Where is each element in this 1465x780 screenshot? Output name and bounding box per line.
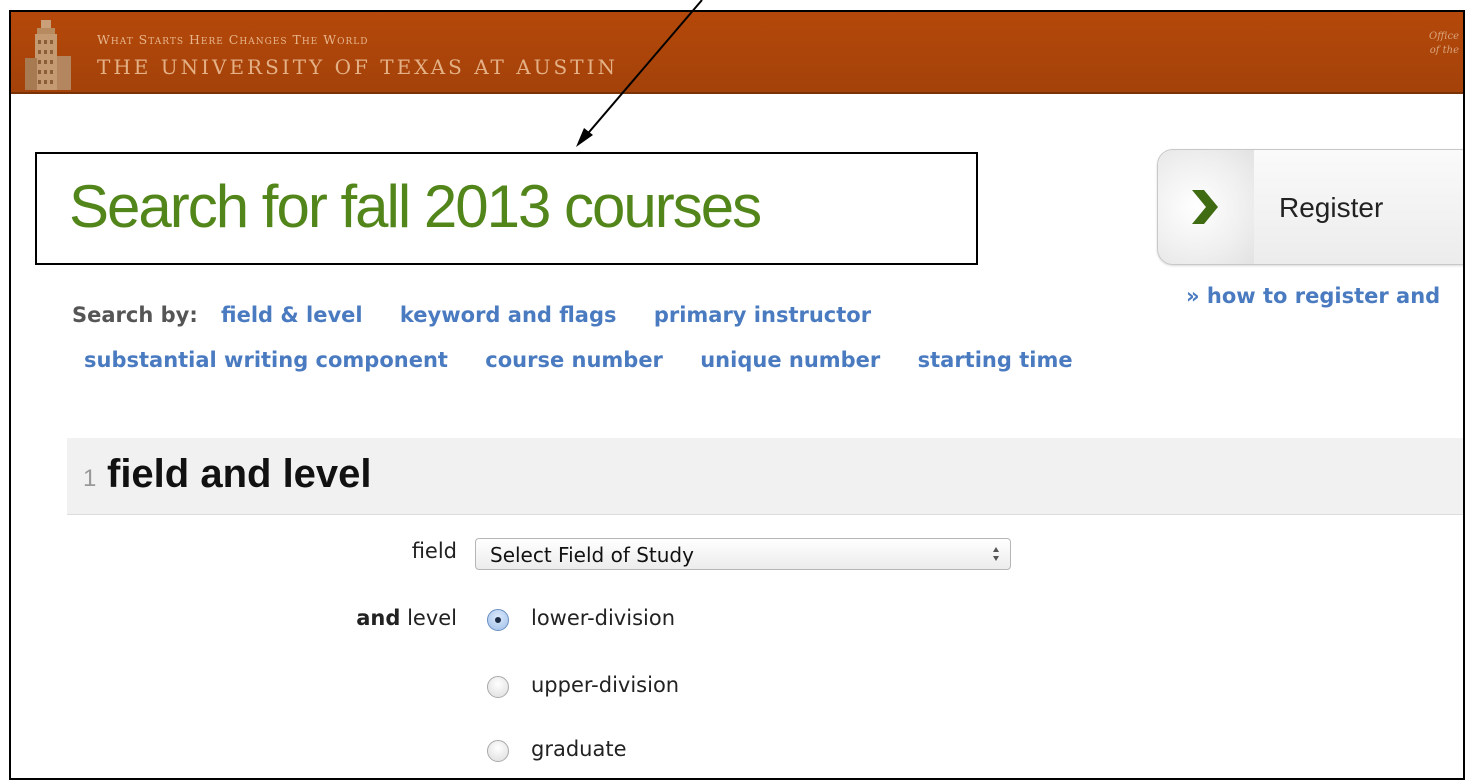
search-link-starting-time[interactable]: starting time <box>918 348 1073 372</box>
title-highlight-box: Search for fall 2013 courses <box>35 152 978 265</box>
section-number: 1 <box>83 465 97 492</box>
chevron-right-icon <box>1192 190 1218 224</box>
ut-tower-logo <box>25 20 71 90</box>
radio-button[interactable] <box>487 676 509 698</box>
register-button[interactable]: Register <box>1157 149 1463 265</box>
field-select-value: Select Field of Study <box>490 543 694 567</box>
radio-label: lower-division <box>531 606 676 630</box>
section-title: field and level <box>107 452 372 496</box>
header-tagline: What Starts Here Changes The World <box>97 32 369 47</box>
office-line-1: Office <box>1429 31 1459 42</box>
page-title: Search for fall 2013 courses <box>69 173 762 240</box>
search-link-keyword-flags[interactable]: keyword and flags <box>400 303 617 327</box>
search-link-course-number[interactable]: course number <box>485 348 663 372</box>
select-arrows-icon <box>993 547 999 561</box>
register-icon-area <box>1158 150 1254 264</box>
search-by-row-2: substantial writing component course num… <box>84 348 1103 372</box>
office-name[interactable]: Office of the <box>1429 30 1459 58</box>
search-by-label: Search by: <box>72 303 198 327</box>
site-header: What Starts Here Changes The World THE U… <box>11 12 1463 94</box>
register-label: Register <box>1279 192 1384 223</box>
how-to-register-link[interactable]: » how to register and <box>1186 284 1440 308</box>
level-label-bold: and <box>356 606 401 630</box>
search-by-row-1: Search by: field & level keyword and fla… <box>72 303 901 327</box>
search-link-field-level[interactable]: field & level <box>221 303 363 327</box>
search-link-unique-number[interactable]: unique number <box>700 348 880 372</box>
office-line-2: of the <box>1429 45 1459 56</box>
search-link-primary-instructor[interactable]: primary instructor <box>654 303 871 327</box>
field-label: field <box>411 539 457 563</box>
university-name[interactable]: THE UNIVERSITY OF TEXAS AT AUSTIN <box>97 55 618 79</box>
radio-label: graduate <box>531 737 627 761</box>
radio-label: upper-division <box>531 673 680 697</box>
level-label-text: level <box>407 606 457 630</box>
search-link-writing-component[interactable]: substantial writing component <box>84 348 448 372</box>
section-header: 1 field and level <box>67 438 1463 515</box>
radio-button[interactable] <box>487 740 509 762</box>
screenshot-frame: What Starts Here Changes The World THE U… <box>9 10 1465 780</box>
level-label: and level <box>356 606 457 630</box>
radio-button-checked[interactable] <box>487 609 509 631</box>
field-of-study-select[interactable]: Select Field of Study <box>475 538 1011 570</box>
